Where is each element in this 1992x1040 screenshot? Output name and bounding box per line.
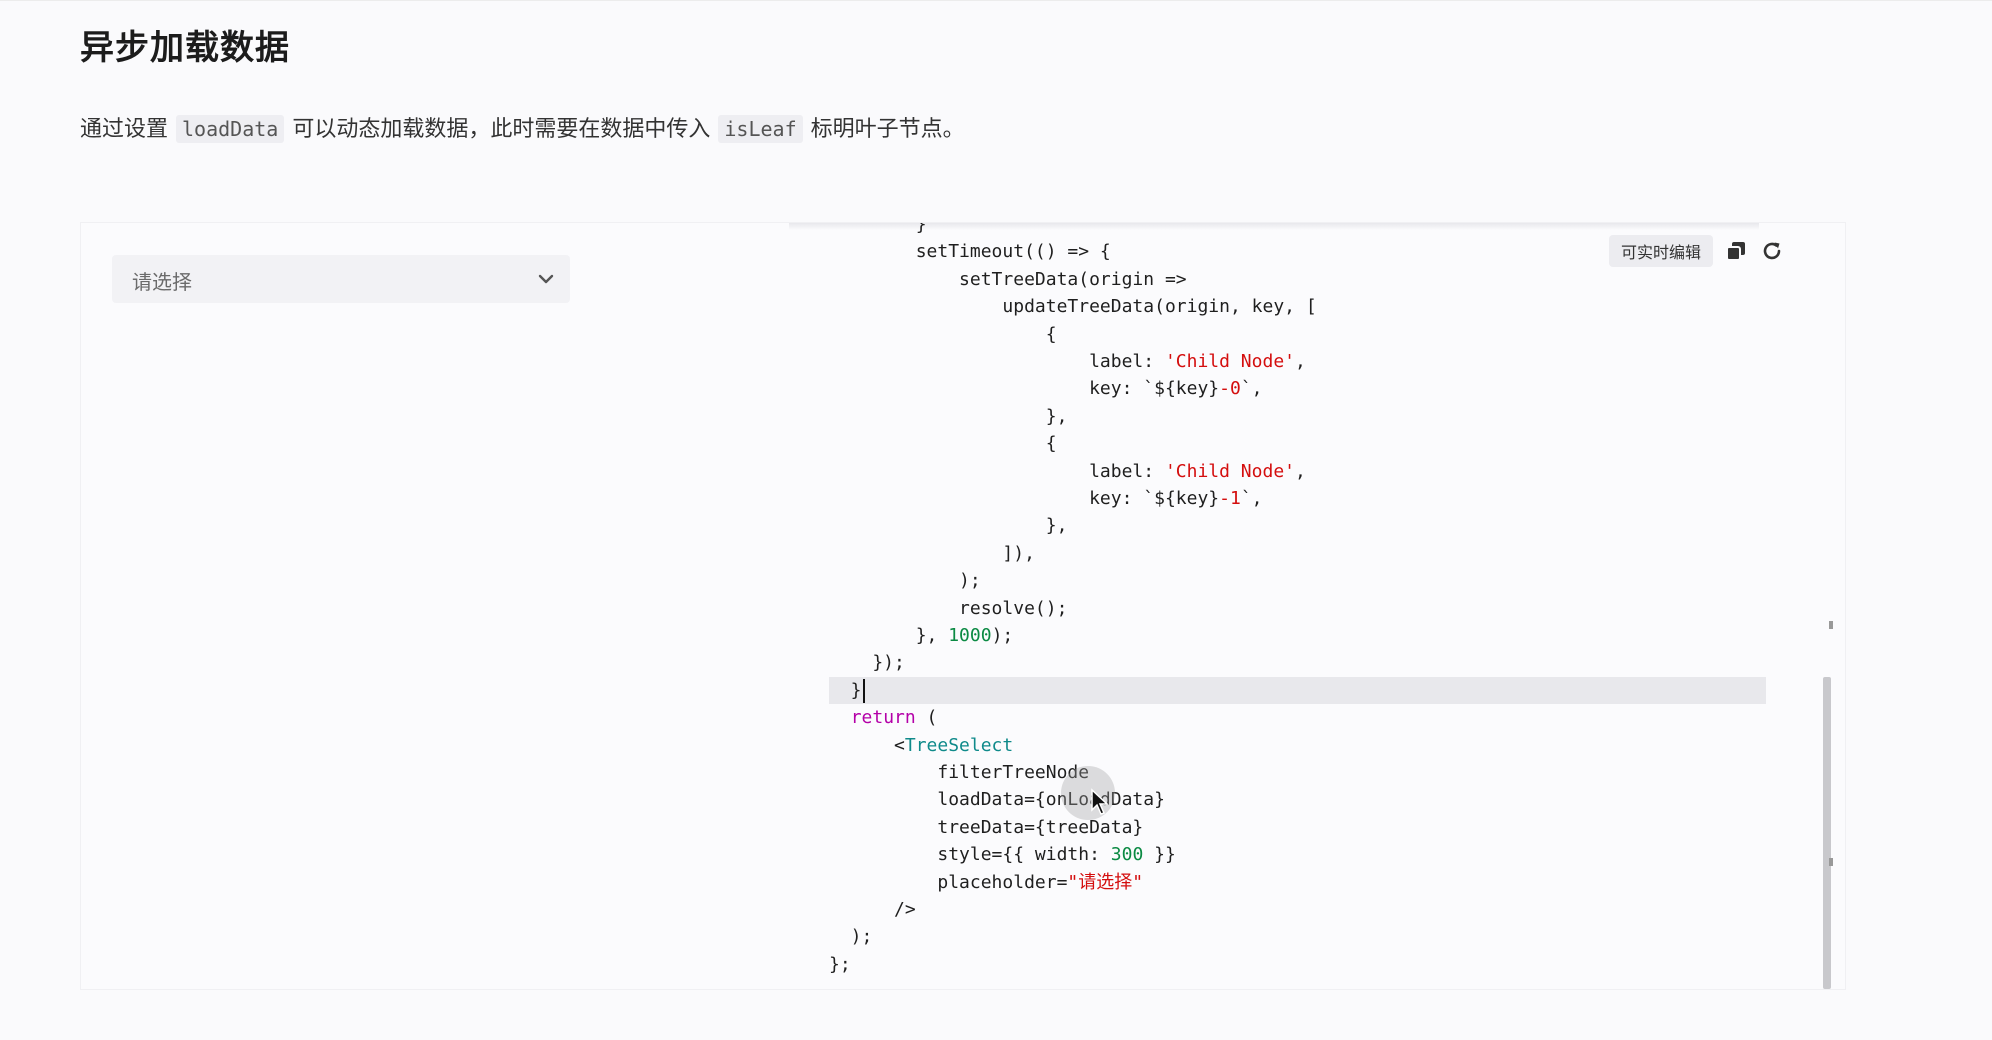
code-token: updateTreeData(origin, key, [ bbox=[829, 296, 1317, 318]
description-text: 标明叶子节点。 bbox=[810, 117, 965, 142]
code-token: } bbox=[829, 679, 862, 701]
code-line[interactable]: <TreeSelect bbox=[829, 732, 1766, 759]
inline-code-isleaf: isLeaf bbox=[718, 115, 803, 143]
code-token: -0 bbox=[1219, 378, 1241, 400]
code-line[interactable]: setTreeData(origin => bbox=[829, 266, 1766, 293]
code-token: resolve(); bbox=[829, 597, 1068, 619]
code-token: }, bbox=[829, 405, 1068, 427]
code-token: "请选择" bbox=[1067, 871, 1144, 893]
code-token: label: bbox=[829, 351, 1165, 372]
description-text: 通过设置 bbox=[80, 117, 169, 142]
code-line[interactable]: }, bbox=[829, 512, 1766, 539]
code-token: , bbox=[1295, 460, 1306, 482]
scroll-marker bbox=[1829, 621, 1833, 629]
demo-preview: 请选择 bbox=[81, 223, 789, 989]
code-token: key: `${key} bbox=[829, 488, 1220, 509]
refresh-icon[interactable] bbox=[1759, 238, 1785, 264]
copy-icon[interactable] bbox=[1723, 238, 1749, 264]
code-token: 300 bbox=[1110, 844, 1144, 866]
code-token: }} bbox=[1143, 844, 1176, 866]
code-token: { bbox=[829, 433, 1057, 455]
code-token: placeholder= bbox=[829, 871, 1068, 893]
code-token: }, bbox=[829, 515, 1068, 537]
code-token: `, bbox=[1240, 488, 1263, 509]
code-token: label: bbox=[829, 460, 1165, 482]
code-line[interactable]: }; bbox=[829, 951, 1766, 978]
code-line[interactable]: ); bbox=[829, 923, 1766, 950]
inline-code-loaddata: loadData bbox=[176, 115, 285, 143]
mouse-cursor-icon bbox=[1091, 788, 1109, 815]
code-token: style={{ width: bbox=[829, 844, 1111, 866]
code-line[interactable]: loadData={onLoadData} bbox=[829, 786, 1766, 813]
code-token: ( bbox=[915, 707, 938, 729]
code-line[interactable]: ]), bbox=[829, 540, 1766, 567]
code-line[interactable]: /> bbox=[829, 896, 1766, 923]
top-divider bbox=[0, 0, 1992, 1]
code-line[interactable]: key: `${key}-1`, bbox=[829, 485, 1766, 512]
code-token: setTreeData(origin => bbox=[829, 268, 1187, 290]
code-line[interactable]: { bbox=[829, 321, 1766, 348]
code-token: filterTreeNode bbox=[829, 762, 1090, 783]
code-line[interactable]: updateTreeData(origin, key, [ bbox=[829, 293, 1766, 320]
code-token: 'Child Node' bbox=[1164, 351, 1295, 372]
code-token: return bbox=[850, 707, 916, 729]
code-token: < bbox=[829, 734, 905, 756]
code-editor[interactable]: } setTimeout(() => { setTreeData(origin … bbox=[789, 223, 1845, 989]
code-token: `, bbox=[1240, 378, 1263, 400]
code-token: ]), bbox=[829, 542, 1035, 564]
code-line[interactable]: filterTreeNode bbox=[829, 759, 1766, 786]
code-token: TreeSelect bbox=[904, 734, 1014, 756]
code-token: 'Child Node' bbox=[1164, 460, 1295, 482]
scrollbar-thumb[interactable] bbox=[1823, 677, 1831, 989]
code-line[interactable]: ); bbox=[829, 567, 1766, 594]
code-token: , bbox=[1295, 351, 1306, 372]
demo-container: 请选择 } setTimeout(() => { setTreeData(ori… bbox=[80, 222, 1846, 990]
code-token: }); bbox=[829, 652, 905, 674]
code-token: ); bbox=[829, 926, 873, 948]
code-line[interactable]: }, bbox=[829, 403, 1766, 430]
code-token: key: `${key} bbox=[829, 378, 1220, 400]
editor-toolbar: 可实时编辑 bbox=[1608, 235, 1785, 267]
code-token: -1 bbox=[1219, 488, 1241, 509]
code-line[interactable]: }); bbox=[829, 649, 1766, 676]
code-line[interactable]: }, 1000); bbox=[829, 622, 1766, 649]
code-token: setTimeout(() => { bbox=[829, 241, 1111, 263]
code-line[interactable]: style={{ width: 300 }} bbox=[829, 841, 1766, 868]
code-token: { bbox=[829, 323, 1057, 345]
code-token: ); bbox=[829, 570, 981, 592]
code-line[interactable]: treeData={treeData} bbox=[829, 814, 1766, 841]
code-line[interactable]: key: `${key}-0`, bbox=[829, 375, 1766, 402]
description-text: 可以动态加载数据，此时需要在数据中传入 bbox=[292, 117, 711, 142]
code-token: }, bbox=[829, 625, 949, 646]
code-token: /> bbox=[829, 899, 916, 920]
select-placeholder: 请选择 bbox=[132, 270, 192, 294]
code-line[interactable]: placeholder="请选择" bbox=[829, 869, 1766, 896]
code-token: 1000 bbox=[948, 625, 992, 646]
editor-scrollbar[interactable] bbox=[1823, 223, 1833, 989]
live-edit-badge: 可实时编辑 bbox=[1608, 235, 1713, 267]
code-line[interactable]: { bbox=[829, 430, 1766, 457]
chevron-down-icon bbox=[538, 274, 554, 284]
page-title: 异步加载数据 bbox=[80, 28, 290, 68]
code-token: }; bbox=[829, 953, 851, 975]
section-description: 通过设置 loadData 可以动态加载数据，此时需要在数据中传入 isLeaf 标明叶… bbox=[80, 112, 965, 147]
code-token: } bbox=[829, 223, 927, 235]
tree-select[interactable]: 请选择 bbox=[112, 255, 570, 303]
text-caret bbox=[862, 678, 865, 703]
code-line[interactable]: return ( bbox=[829, 704, 1766, 731]
code-line[interactable]: label: 'Child Node', bbox=[829, 458, 1766, 485]
scroll-marker bbox=[1829, 858, 1833, 866]
code-line[interactable]: } bbox=[829, 676, 1766, 705]
code-line[interactable]: resolve(); bbox=[829, 595, 1766, 622]
code-line[interactable]: label: 'Child Node', bbox=[829, 348, 1766, 375]
code-token: treeData={treeData} bbox=[829, 816, 1144, 838]
code-token: ); bbox=[991, 625, 1014, 646]
